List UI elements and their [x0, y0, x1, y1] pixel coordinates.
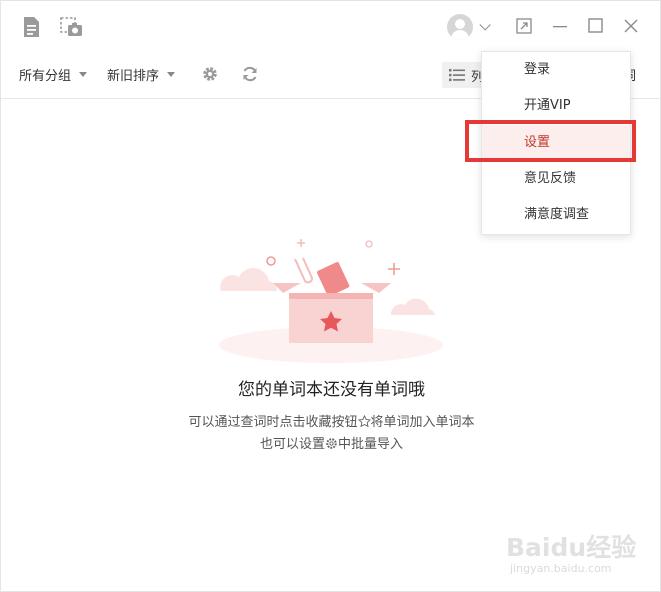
gear-icon[interactable]	[201, 65, 221, 85]
chevron-down-icon	[479, 19, 491, 31]
gear-icon	[326, 438, 337, 449]
watermark-logo: Baidu经验	[506, 533, 637, 562]
empty-state-title: 您的单词本还没有单词哦	[238, 380, 425, 400]
empty-state-line-1: 可以通过查词时点击收藏按钮 将单词加入单词本	[1, 411, 661, 430]
camera-icon[interactable]	[59, 15, 85, 39]
baidu-watermark: Baidu经验 jingyan.baidu.com	[506, 528, 651, 578]
group-filter-label: 所有分组	[19, 69, 72, 84]
empty-line1-suffix: 将单词加入单词本	[370, 415, 475, 430]
user-menu-trigger[interactable]	[447, 13, 491, 41]
group-filter-dropdown[interactable]: 所有分组	[19, 65, 88, 84]
avatar-icon	[447, 14, 473, 40]
menu-item-login[interactable]: 登录	[482, 52, 630, 88]
user-dropdown-menu: 登录 开通VIP 设置 意见反馈 满意度调查	[481, 51, 631, 235]
minimize-icon[interactable]	[551, 17, 569, 35]
menu-item-settings[interactable]: 设置	[482, 125, 630, 161]
watermark-url: jingyan.baidu.com	[510, 562, 612, 575]
document-icon[interactable]	[19, 15, 43, 39]
star-outline-icon	[357, 415, 371, 428]
dropdown-arrow-icon	[79, 72, 88, 77]
dropdown-arrow-icon	[167, 72, 176, 77]
empty-line1-prefix: 可以通过查词时点击收藏按钮	[188, 415, 358, 430]
empty-state-line-2: 也可以设置 中批量导入	[1, 433, 661, 452]
empty-box-illustration	[219, 239, 443, 363]
sort-label: 新旧排序	[107, 69, 160, 84]
list-icon	[449, 69, 465, 82]
sort-dropdown[interactable]: 新旧排序	[107, 65, 176, 84]
refresh-icon[interactable]	[241, 65, 261, 85]
empty-line2-suffix: 中批量导入	[338, 437, 404, 452]
maximize-icon[interactable]	[587, 17, 605, 35]
menu-item-survey[interactable]: 满意度调查	[482, 197, 630, 233]
app-window: 所有分组 新旧排序 列 词	[0, 0, 661, 592]
menu-item-feedback[interactable]: 意见反馈	[482, 161, 630, 197]
menu-item-vip[interactable]: 开通VIP	[482, 88, 630, 124]
close-icon[interactable]	[622, 17, 640, 35]
empty-line2-prefix: 也可以设置	[259, 437, 325, 452]
restore-icon[interactable]	[515, 17, 533, 35]
